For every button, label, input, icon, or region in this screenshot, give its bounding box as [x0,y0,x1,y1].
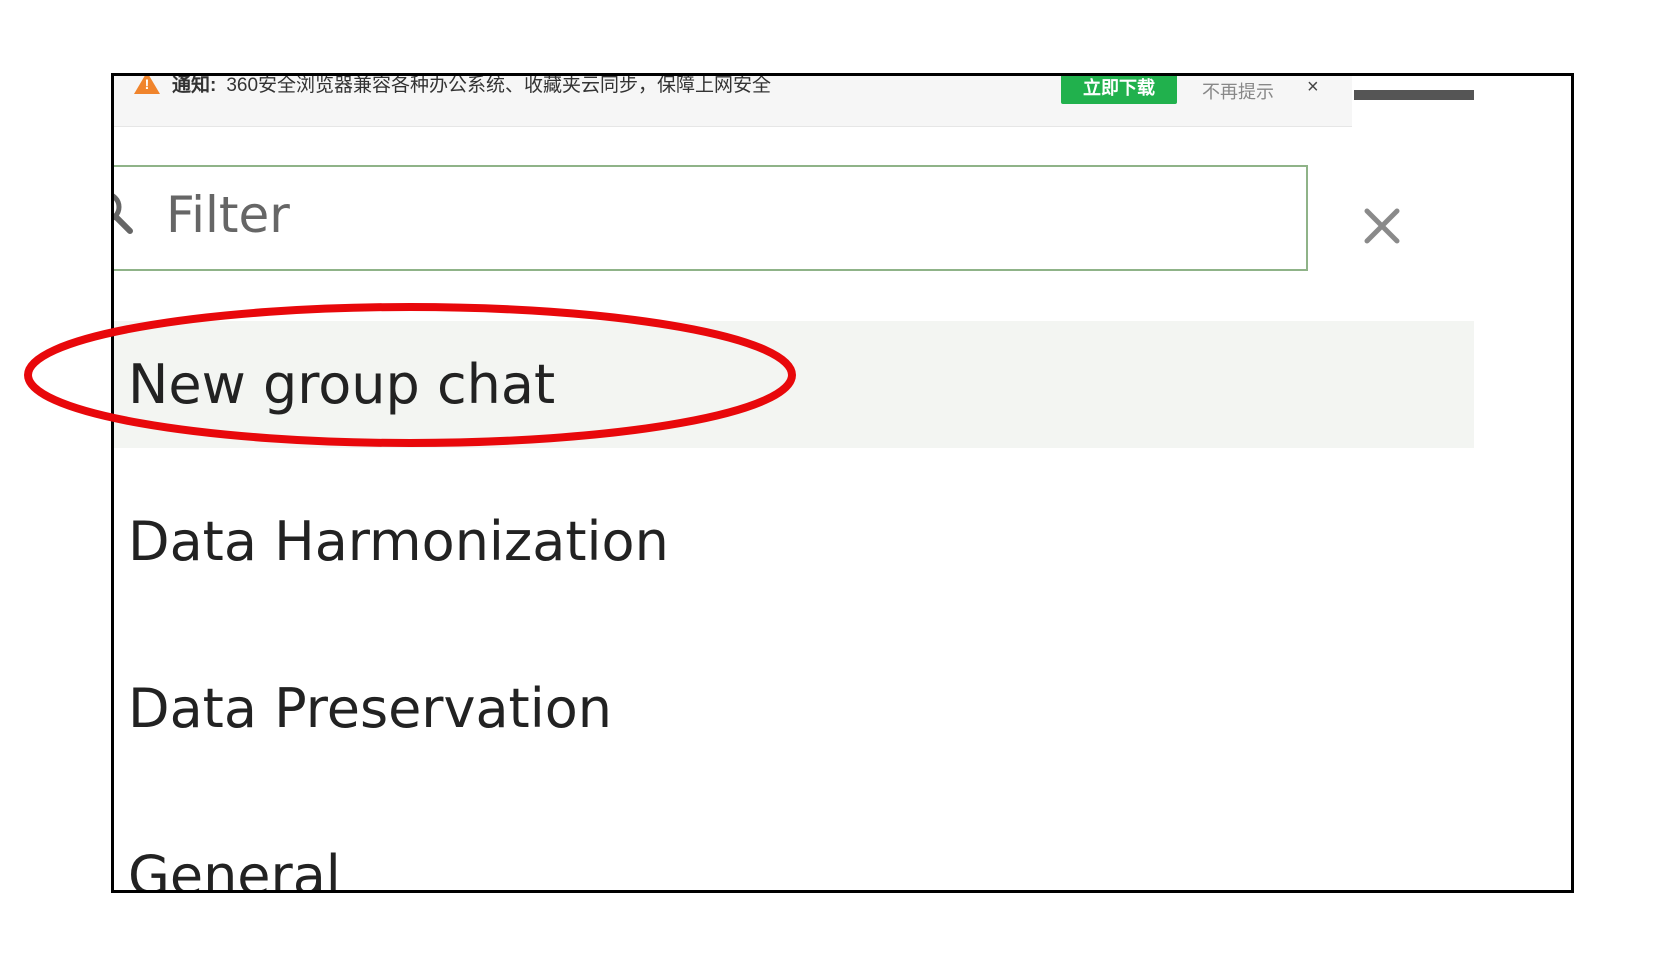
list-item-data-harmonization[interactable]: Data Harmonization [114,478,1474,605]
notification-message: 360安全浏览器兼容各种办公系统、收藏夹云同步，保障上网安全 [226,76,772,96]
list-item-general[interactable]: General [114,812,1474,890]
notification-bar: ! 通知: 360安全浏览器兼容各种办公系统、收藏夹云同步，保障上网安全 立即下… [114,76,1352,127]
toolbar-divider [1354,90,1474,100]
search-icon [114,193,133,234]
group-list: New group chat Data Harmonization Data P… [114,321,1474,890]
filter-input[interactable] [166,183,1266,247]
notification-label: 通知: [172,76,217,96]
notification-close-icon[interactable]: × [1307,76,1319,99]
window-frame: ! 通知: 360安全浏览器兼容各种办公系统、收藏夹云同步，保障上网安全 立即下… [111,73,1574,893]
list-item-new-group-chat[interactable]: New group chat [114,321,1474,448]
filter-field[interactable] [114,165,1308,271]
notification-content: ! 通知: 360安全浏览器兼容各种办公系统、收藏夹云同步，保障上网安全 [134,76,771,100]
screenshot-stage: ! 通知: 360安全浏览器兼容各种办公系统、收藏夹云同步，保障上网安全 立即下… [0,0,1680,962]
download-now-button[interactable]: 立即下载 [1061,76,1177,104]
close-icon[interactable] [1359,203,1405,249]
dont-show-again-link[interactable]: 不再提示 [1202,78,1274,104]
list-item-data-preservation[interactable]: Data Preservation [114,645,1474,772]
warning-icon: ! [134,76,160,94]
